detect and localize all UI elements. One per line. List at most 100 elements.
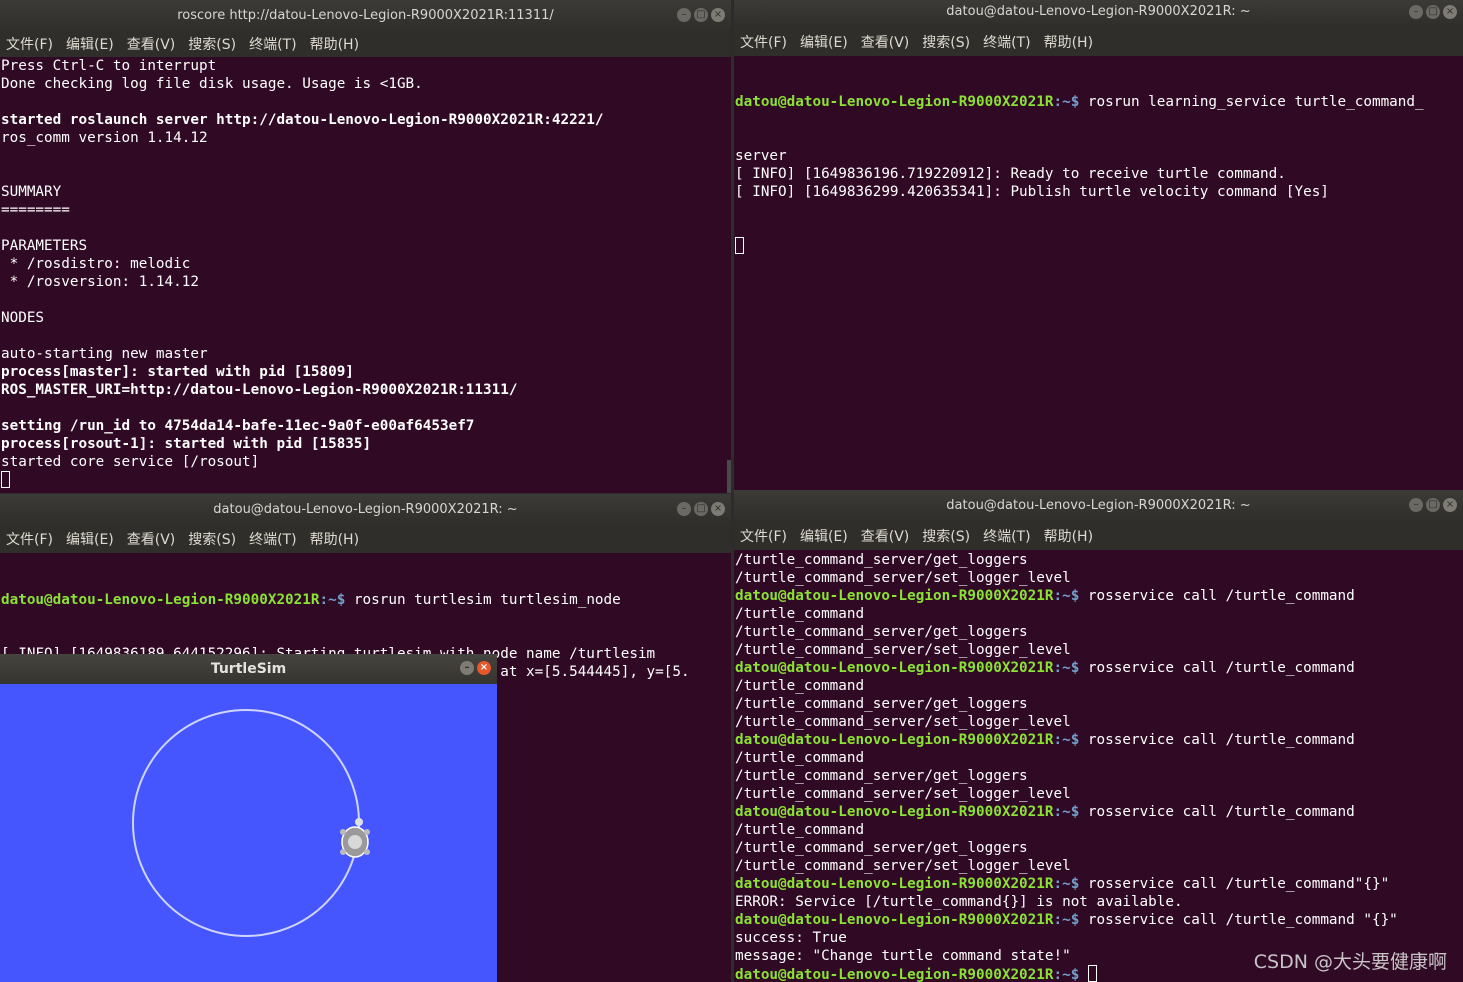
minimize-icon[interactable]: – bbox=[677, 502, 691, 516]
menu-item[interactable]: 帮助(H) bbox=[310, 525, 359, 553]
output-line: Done checking log file disk usage. Usage… bbox=[1, 76, 423, 92]
output-text: /turtle_command bbox=[735, 822, 865, 838]
prompt-path: :~$ bbox=[1053, 660, 1080, 676]
output-line: /turtle_command_server/set_logger_level bbox=[735, 785, 1463, 803]
menu-item[interactable]: 查看(V) bbox=[127, 31, 176, 57]
close-icon[interactable]: × bbox=[711, 502, 725, 516]
output-text: /turtle_command_server/get_loggers bbox=[735, 624, 1028, 640]
prompt-user: datou@datou-Lenovo-Legion-R9000X2021R bbox=[735, 732, 1054, 748]
menu-item[interactable]: 文件(F) bbox=[6, 525, 53, 553]
menu-item[interactable]: 终端(T) bbox=[983, 26, 1030, 56]
terminal-roscore[interactable]: roscore http://datou-Lenovo-Legion-R9000… bbox=[0, 0, 731, 493]
window-titlebar[interactable]: datou@datou-Lenovo-Legion-R9000X2021R: ~… bbox=[734, 0, 1463, 26]
prompt-path: :~$ bbox=[1053, 94, 1080, 110]
window-titlebar[interactable]: roscore http://datou-Lenovo-Legion-R9000… bbox=[0, 0, 731, 31]
terminal-output[interactable]: /turtle_command_server/get_loggers/turtl… bbox=[734, 551, 1463, 982]
maximize-icon[interactable]: □ bbox=[694, 502, 708, 516]
minimize-icon[interactable]: – bbox=[1409, 5, 1423, 19]
output-text: /turtle_command_server/set_logger_level bbox=[735, 570, 1071, 586]
output-line: started core service [/rosout] bbox=[1, 454, 260, 470]
menu-item[interactable]: 文件(F) bbox=[740, 521, 787, 550]
window-titlebar[interactable]: datou@datou-Lenovo-Legion-R9000X2021R: ~… bbox=[0, 494, 731, 525]
menu-item[interactable]: 终端(T) bbox=[983, 521, 1030, 550]
maximize-icon[interactable]: □ bbox=[1426, 498, 1440, 512]
maximize-icon[interactable]: □ bbox=[694, 8, 708, 22]
menu-item[interactable]: 文件(F) bbox=[6, 31, 53, 57]
menu-item[interactable]: 帮助(H) bbox=[1044, 521, 1093, 550]
output-line: success: True bbox=[735, 929, 1463, 947]
output-line: ERROR: Service [/turtle_command{}] is no… bbox=[735, 893, 1463, 911]
menu-item[interactable]: 编辑(E) bbox=[800, 521, 848, 550]
close-icon[interactable]: × bbox=[477, 661, 491, 675]
minimize-icon[interactable]: – bbox=[1409, 498, 1423, 512]
menu-item[interactable]: 帮助(H) bbox=[1044, 26, 1093, 56]
prompt-user: datou@datou-Lenovo-Legion-R9000X2021R bbox=[735, 876, 1054, 892]
menu-item[interactable]: 编辑(E) bbox=[66, 31, 114, 57]
menu-item[interactable]: 终端(T) bbox=[249, 31, 296, 57]
cursor-line bbox=[1, 471, 731, 489]
output-line: /turtle_command_server/get_loggers bbox=[735, 695, 1463, 713]
text-cursor bbox=[735, 237, 744, 254]
terminal-output[interactable]: datou@datou-Lenovo-Legion-R9000X2021R:~$… bbox=[734, 57, 1463, 490]
output-line: /turtle_command_server/get_loggers bbox=[735, 551, 1463, 569]
output-text: /turtle_command_server/set_logger_level bbox=[735, 858, 1071, 874]
output-text: /turtle_command bbox=[735, 606, 865, 622]
maximize-icon[interactable]: □ bbox=[1426, 5, 1440, 19]
minimize-icon[interactable]: – bbox=[460, 661, 474, 675]
output-text: /turtle_command_server/set_logger_level bbox=[735, 714, 1071, 730]
terminal-rosservice[interactable]: datou@datou-Lenovo-Legion-R9000X2021R: ~… bbox=[734, 490, 1463, 982]
output-line: Press Ctrl-C to interrupt bbox=[1, 58, 217, 74]
prompt-user: datou@datou-Lenovo-Legion-R9000X2021R bbox=[735, 912, 1054, 928]
prompt-user: datou@datou-Lenovo-Legion-R9000X2021R bbox=[735, 94, 1054, 110]
terminal-turtle-command-server[interactable]: datou@datou-Lenovo-Legion-R9000X2021R: ~… bbox=[734, 0, 1463, 490]
menu-item[interactable]: 搜索(S) bbox=[922, 521, 970, 550]
output-line: /turtle_command_server/get_loggers bbox=[735, 767, 1463, 785]
turtlesim-window[interactable]: TurtleSim – × bbox=[0, 654, 497, 982]
output-text: rosservice call /turtle_command "{}" bbox=[1079, 912, 1398, 928]
window-title: datou@datou-Lenovo-Legion-R9000X2021R: ~ bbox=[213, 502, 518, 517]
menu-item[interactable]: 查看(V) bbox=[861, 26, 910, 56]
menu-item[interactable]: 终端(T) bbox=[249, 525, 296, 553]
output-text: /turtle_command bbox=[735, 750, 865, 766]
prompt-path: :~$ bbox=[1053, 967, 1080, 982]
prompt-user: datou@datou-Lenovo-Legion-R9000X2021R bbox=[735, 804, 1054, 820]
output-text: /turtle_command_server/get_loggers bbox=[735, 696, 1028, 712]
menu-item[interactable]: 文件(F) bbox=[740, 26, 787, 56]
menu-item[interactable]: 查看(V) bbox=[127, 525, 176, 553]
close-icon[interactable]: × bbox=[711, 8, 725, 22]
menu-item[interactable]: 编辑(E) bbox=[800, 26, 848, 56]
menu-item[interactable]: 搜索(S) bbox=[188, 525, 236, 553]
output-text: ERROR: Service [/turtle_command{}] is no… bbox=[735, 894, 1183, 910]
output-line: /turtle_command bbox=[735, 749, 1463, 767]
text-cursor bbox=[1, 471, 10, 488]
window-titlebar[interactable]: datou@datou-Lenovo-Legion-R9000X2021R: ~… bbox=[734, 490, 1463, 521]
watermark: CSDN @大头要健康啊 bbox=[1253, 951, 1447, 973]
menu-item[interactable]: 查看(V) bbox=[861, 521, 910, 550]
prompt-user: datou@datou-Lenovo-Legion-R9000X2021R bbox=[735, 967, 1054, 982]
prompt-user: datou@datou-Lenovo-Legion-R9000X2021R bbox=[735, 660, 1054, 676]
menu-item[interactable]: 编辑(E) bbox=[66, 525, 114, 553]
command-text: rosrun learning_service turtle_command_ bbox=[1079, 94, 1424, 110]
turtlesim-titlebar[interactable]: TurtleSim – × bbox=[0, 654, 497, 684]
prompt-path: :~$ bbox=[319, 592, 346, 608]
output-line: datou@datou-Lenovo-Legion-R9000X2021R:~$… bbox=[735, 659, 1463, 677]
scrollbar[interactable] bbox=[727, 460, 731, 493]
menu-item[interactable]: 搜索(S) bbox=[922, 26, 970, 56]
menu-item[interactable]: 搜索(S) bbox=[188, 31, 236, 57]
close-icon[interactable]: × bbox=[1443, 5, 1457, 19]
output-line: datou@datou-Lenovo-Legion-R9000X2021R:~$… bbox=[735, 587, 1463, 605]
terminal-output[interactable]: Press Ctrl-C to interrupt Done checking l… bbox=[0, 57, 731, 493]
menu-item[interactable]: 帮助(H) bbox=[310, 31, 359, 57]
output-text: /turtle_command bbox=[735, 678, 865, 694]
prompt-user: datou@datou-Lenovo-Legion-R9000X2021R bbox=[1, 592, 320, 608]
output-line: started roslaunch server http://datou-Le… bbox=[1, 112, 604, 128]
output-line: setting /run_id to 4754da14-bafe-11ec-9a… bbox=[1, 418, 475, 434]
window-title: datou@datou-Lenovo-Legion-R9000X2021R: ~ bbox=[946, 498, 1251, 513]
prompt-path: :~$ bbox=[1053, 804, 1080, 820]
output-line: datou@datou-Lenovo-Legion-R9000X2021R:~$… bbox=[735, 911, 1463, 929]
minimize-icon[interactable]: – bbox=[677, 8, 691, 22]
close-icon[interactable]: × bbox=[1443, 498, 1457, 512]
